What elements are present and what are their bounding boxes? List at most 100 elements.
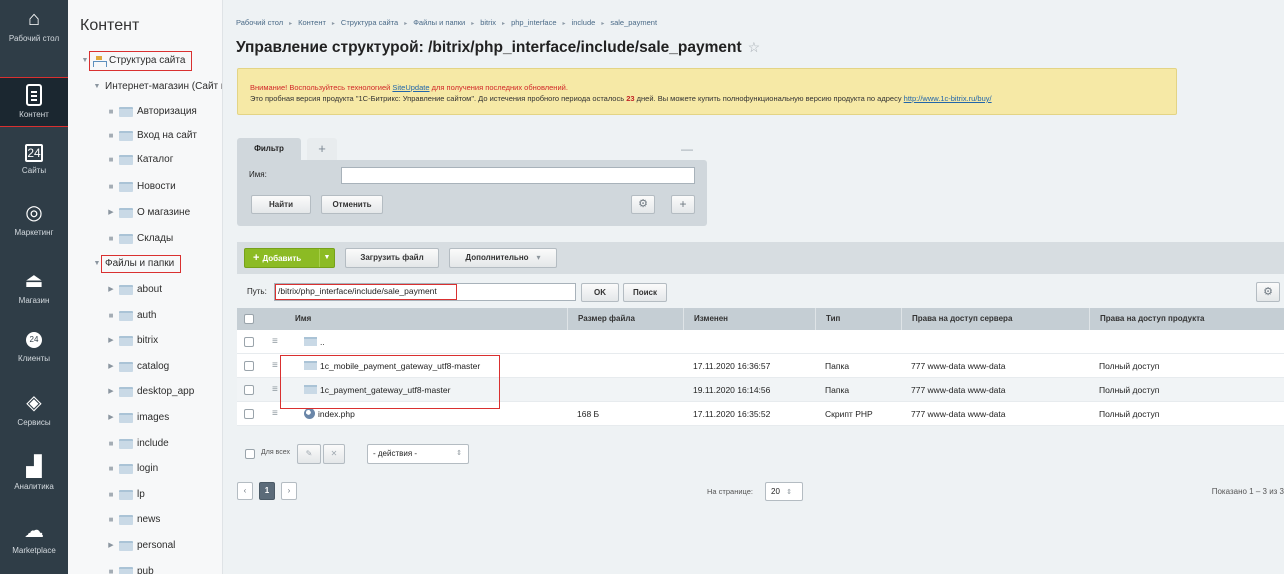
column-header-server-rights[interactable]: Права на доступ сервера bbox=[901, 308, 1089, 330]
row-menu-icon[interactable]: ≡ bbox=[272, 402, 278, 426]
rail-item-shop[interactable]: ⏏ Магазин bbox=[0, 268, 68, 308]
expand-arrow-icon[interactable]: ▶ bbox=[106, 409, 116, 427]
row-checkbox[interactable] bbox=[244, 337, 254, 347]
tree-node-folder-desktop_app[interactable]: ▶ desktop_app bbox=[106, 383, 194, 401]
tree-node-folder-personal[interactable]: ▶ personal bbox=[106, 537, 175, 555]
row-product-rights: Полный доступ bbox=[1099, 409, 1160, 419]
column-header-product-rights[interactable]: Права на доступ продукта bbox=[1089, 308, 1284, 330]
tree-node-site-item[interactable]: ■ Каталог bbox=[106, 151, 173, 169]
column-header-type[interactable]: Тип bbox=[815, 308, 901, 330]
tree-node-folder-bitrix[interactable]: ▶ bitrix bbox=[106, 332, 158, 350]
expand-arrow-icon[interactable]: ▼ bbox=[80, 52, 90, 70]
next-page-icon[interactable]: › bbox=[281, 482, 297, 500]
row-menu-icon[interactable]: ≡ bbox=[272, 330, 278, 354]
tree-node-site[interactable]: ▼ Интернет-магазин (Сайт по bbox=[92, 78, 222, 96]
expand-arrow-icon[interactable]: ▶ bbox=[106, 281, 116, 299]
tree-node-folder-images[interactable]: ▶ images bbox=[106, 409, 169, 427]
siteupdate-link[interactable]: SiteUpdate bbox=[392, 83, 429, 92]
delete-x-icon[interactable]: ✕ bbox=[323, 444, 345, 464]
rail-item-marketplace[interactable]: ☁ Marketplace bbox=[0, 518, 68, 560]
search-button[interactable]: Поиск bbox=[623, 283, 667, 302]
calendar-icon: 24 bbox=[25, 144, 43, 162]
chevron-down-icon[interactable]: ▼ bbox=[319, 249, 334, 267]
row-checkbox[interactable] bbox=[244, 385, 254, 395]
rail-item-services[interactable]: ◈ Сервисы bbox=[0, 390, 68, 430]
page-1-button[interactable]: 1 bbox=[259, 482, 275, 500]
parent-folder-link[interactable]: .. bbox=[304, 330, 325, 354]
row-menu-icon[interactable]: ≡ bbox=[272, 354, 278, 378]
page-title: Управление структурой: /bitrix/php_inter… bbox=[236, 39, 760, 57]
breadcrumb-item[interactable]: Структура сайта bbox=[341, 18, 398, 27]
rail-item-sites[interactable]: 24 Сайты bbox=[0, 144, 68, 184]
php-file-icon bbox=[304, 408, 315, 419]
star-icon[interactable]: ☆ bbox=[748, 39, 761, 55]
rail-item-content[interactable]: Контент bbox=[0, 77, 69, 127]
column-header-modified[interactable]: Изменен bbox=[683, 308, 815, 330]
expand-arrow-icon[interactable]: ▶ bbox=[106, 537, 116, 555]
tree-node-folder-login[interactable]: ■ login bbox=[106, 460, 158, 478]
tree-node-folder-pub[interactable]: ■ pub bbox=[106, 563, 154, 574]
column-header-size[interactable]: Размер файла bbox=[567, 308, 683, 330]
rail-item-clients[interactable]: 24 Клиенты bbox=[0, 332, 68, 372]
expand-arrow-icon[interactable]: ▶ bbox=[106, 332, 116, 350]
tree-node-site-item[interactable]: ▶ О магазине bbox=[106, 204, 190, 222]
expand-arrow-icon[interactable]: ▶ bbox=[106, 383, 116, 401]
row-checkbox[interactable] bbox=[244, 361, 254, 371]
breadcrumb-item[interactable]: include bbox=[572, 18, 596, 27]
expand-arrow-icon[interactable]: ▶ bbox=[106, 358, 116, 376]
rail-item-marketing[interactable]: ◎ Маркетинг bbox=[0, 200, 68, 246]
tab-filter[interactable]: Фильтр bbox=[237, 138, 301, 160]
row-size: 168 Б bbox=[577, 409, 600, 419]
rail-label: Сайты bbox=[21, 166, 47, 175]
row-menu-icon[interactable]: ≡ bbox=[272, 378, 278, 402]
table-row-parent[interactable]: ≡ .. bbox=[237, 330, 1284, 354]
more-button[interactable]: Дополнительно ▾ bbox=[449, 248, 557, 268]
add-filter-tab-icon[interactable]: + bbox=[307, 138, 337, 160]
rail-item-analytics[interactable]: ▟ Аналитика bbox=[0, 454, 68, 494]
ok-button[interactable]: OK bbox=[581, 283, 619, 302]
row-server-rights: 777 www-data www-data bbox=[911, 409, 1006, 419]
per-page-select[interactable]: 20 ⇕ bbox=[765, 482, 803, 501]
apply-to-all-checkbox[interactable] bbox=[245, 449, 255, 459]
tree-node-files-and-folders[interactable]: ▼ Файлы и папки bbox=[92, 255, 182, 273]
expand-arrow-icon[interactable]: ▶ bbox=[106, 204, 116, 222]
breadcrumb-item[interactable]: php_interface bbox=[511, 18, 556, 27]
tree-node-folder-auth[interactable]: ■ auth bbox=[106, 307, 156, 325]
breadcrumb-item[interactable]: sale_payment bbox=[610, 18, 657, 27]
tree-node-folder-about[interactable]: ▶ about bbox=[106, 281, 162, 299]
expand-arrow-icon[interactable]: ▼ bbox=[92, 78, 102, 96]
filter-settings-gear-icon[interactable]: ⚙ bbox=[631, 195, 655, 214]
row-checkbox[interactable] bbox=[244, 409, 254, 419]
upload-file-button[interactable]: Загрузить файл bbox=[345, 248, 439, 268]
rail-item-desktop[interactable]: ⌂ Рабочий стол bbox=[0, 6, 68, 52]
plus-icon: + bbox=[253, 252, 260, 264]
add-filter-field-icon[interactable]: + bbox=[671, 195, 695, 214]
filter-name-input[interactable] bbox=[341, 167, 695, 184]
tree-node-site-item[interactable]: ■ Авторизация bbox=[106, 103, 197, 121]
breadcrumb-item[interactable]: Файлы и папки bbox=[413, 18, 465, 27]
table-settings-gear-icon[interactable]: ⚙ bbox=[1256, 282, 1280, 302]
tree-node-site-structure[interactable]: ▼ Структура сайта bbox=[80, 51, 193, 71]
cancel-button[interactable]: Отменить bbox=[321, 195, 383, 214]
select-all-checkbox[interactable] bbox=[244, 314, 254, 324]
tree-node-folder-lp[interactable]: ■ lp bbox=[106, 486, 145, 504]
prev-page-icon[interactable]: ‹ bbox=[237, 482, 253, 500]
add-button[interactable]: + Добавить ▼ bbox=[244, 248, 335, 268]
tree-node-site-item[interactable]: ■ Вход на сайт bbox=[106, 127, 197, 145]
tree-node-site-item[interactable]: ■ Новости bbox=[106, 178, 176, 196]
tree-node-folder-include[interactable]: ■ include bbox=[106, 435, 169, 453]
tree-node-folder-news[interactable]: ■ news bbox=[106, 511, 160, 529]
breadcrumb-item[interactable]: Рабочий стол bbox=[236, 18, 283, 27]
expand-arrow-icon[interactable]: ▼ bbox=[92, 255, 102, 273]
tree-node-site-item[interactable]: ■ Склады bbox=[106, 230, 173, 248]
breadcrumb-item[interactable]: Контент bbox=[298, 18, 326, 27]
collapse-filter-icon[interactable]: — bbox=[681, 142, 693, 156]
tree-node-folder-catalog[interactable]: ▶ catalog bbox=[106, 358, 169, 376]
breadcrumb-item[interactable]: bitrix bbox=[480, 18, 496, 27]
column-header-name[interactable]: Имя bbox=[285, 308, 567, 330]
edit-pencil-icon[interactable]: ✎ bbox=[297, 444, 321, 464]
find-button[interactable]: Найти bbox=[251, 195, 311, 214]
bullet-icon: ■ bbox=[108, 311, 114, 320]
actions-select[interactable]: - действия - ⇕ bbox=[367, 444, 469, 464]
buy-link[interactable]: http://www.1c-bitrix.ru/buy/ bbox=[904, 94, 992, 103]
